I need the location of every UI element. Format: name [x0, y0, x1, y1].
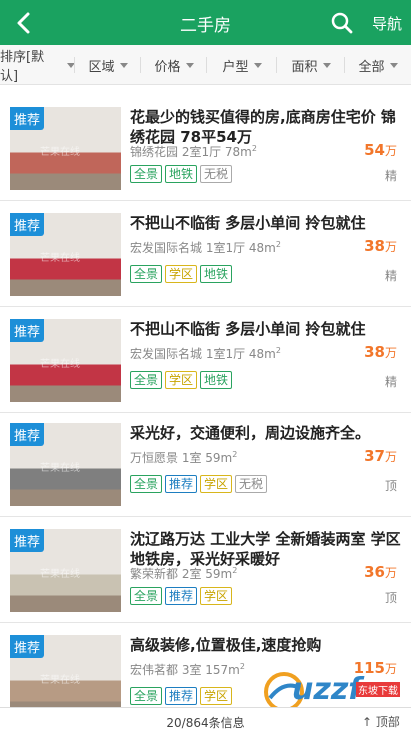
filter-layout[interactable]: 户型 [207, 45, 277, 85]
listing-title[interactable]: 沈辽路万达 工业大学 全新婚装两室 学区地铁房，采光好采暖好 [130, 529, 402, 569]
caret-down-icon [253, 62, 262, 68]
app-header: 二手房 导航 [0, 0, 411, 45]
back-to-top-button[interactable]: ↑ 顶部 [362, 713, 400, 730]
logo-text: uzzf [292, 672, 362, 707]
logo-subtext: 东坡下载 [356, 682, 400, 697]
feature-badge: 全景 [130, 587, 163, 605]
search-icon[interactable] [330, 11, 354, 35]
recommend-tag: 推荐 [10, 423, 45, 446]
recommend-tag: 推荐 [10, 529, 45, 552]
photo-watermark: 芒果在线 [40, 359, 80, 370]
filter-bar: 排序[默认] 区域 价格 户型 面积 全部 [0, 45, 411, 85]
filter-area[interactable]: 区域 [75, 45, 141, 85]
listing-decor-type: 顶 [384, 591, 397, 605]
photo-watermark: 芒果在线 [40, 569, 80, 580]
listing-item[interactable]: 推荐 芒果在线 花最少的钱买值得的房,底商房住宅价 锦绣花园 78平54万 锦绣… [0, 95, 411, 201]
feature-badge: 学区 [200, 587, 233, 605]
listing-meta: 宏伟茗都 3室 157m2 [130, 662, 245, 677]
caret-down-icon [185, 62, 194, 68]
badge-group: 全景 推荐 学区 无税 [130, 475, 268, 493]
listing-decor-type: 精 [384, 169, 397, 183]
listing-price: 36万 [364, 563, 397, 581]
result-count: 20/864条信息 [166, 716, 245, 730]
badge-group: 全景 地铁 无税 [130, 165, 233, 183]
listing-title[interactable]: 不把山不临街 多层小单间 拎包就住 [130, 213, 402, 233]
listing-meta: 宏发国际名城 1室1厅 48m2 [130, 240, 281, 255]
feature-badge: 推荐 [165, 475, 198, 493]
feature-badge: 全景 [130, 265, 163, 283]
listing-photo[interactable]: 推荐 芒果在线 [10, 213, 121, 296]
listing-price: 38万 [364, 343, 397, 361]
listing-item[interactable]: 推荐 芒果在线 不把山不临街 多层小单间 拎包就住 宏发国际名城 1室1厅 48… [0, 307, 411, 413]
photo-watermark: 芒果在线 [40, 253, 80, 264]
feature-badge: 学区 [165, 265, 198, 283]
listing-decor-type: 精 [384, 269, 397, 283]
listing-photo[interactable]: 推荐 芒果在线 [10, 423, 121, 506]
feature-badge: 无税 [235, 475, 268, 493]
listing-meta: 宏发国际名城 1室1厅 48m2 [130, 346, 281, 361]
listing-price: 38万 [364, 237, 397, 255]
listing-meta: 繁荣新都 2室 59m2 [130, 566, 238, 581]
footer-bar: 20/864条信息 ↑ 顶部 [0, 707, 411, 735]
feature-badge: 地铁 [200, 265, 233, 283]
listing-photo[interactable]: 推荐 芒果在线 [10, 319, 121, 402]
photo-watermark: 芒果在线 [40, 463, 80, 474]
listing-price: 37万 [364, 447, 397, 465]
caret-down-icon [119, 62, 128, 68]
listing-item[interactable]: 推荐 芒果在线 不把山不临街 多层小单间 拎包就住 宏发国际名城 1室1厅 48… [0, 201, 411, 307]
recommend-tag: 推荐 [10, 213, 45, 236]
recommend-tag: 推荐 [10, 107, 45, 130]
caret-down-icon [67, 62, 75, 68]
listing-price: 54万 [364, 141, 397, 159]
badge-group: 全景 学区 地铁 [130, 371, 233, 389]
filter-sort[interactable]: 排序[默认] [0, 45, 75, 85]
feature-badge: 全景 [130, 371, 163, 389]
photo-watermark: 芒果在线 [40, 147, 80, 158]
listing-photo[interactable]: 推荐 芒果在线 [10, 107, 121, 190]
listing-meta: 万恒愿景 1室 59m2 [130, 450, 238, 465]
filter-size[interactable]: 面积 [277, 45, 345, 85]
listing-decor-type: 精 [384, 375, 397, 389]
listing-meta: 锦绣花园 2室1厅 78m2 [130, 144, 257, 159]
recommend-tag: 推荐 [10, 319, 45, 342]
feature-badge: 地铁 [165, 165, 198, 183]
feature-badge: 全景 [130, 475, 163, 493]
feature-badge: 学区 [200, 687, 233, 705]
caret-down-icon [322, 62, 331, 68]
badge-group: 全景 推荐 学区 [130, 587, 233, 605]
listing-item[interactable]: 推荐 芒果在线 沈辽路万达 工业大学 全新婚装两室 学区地铁房，采光好采暖好 繁… [0, 517, 411, 623]
listing-title[interactable]: 高级装修,位置极佳,速度抢购 [130, 635, 402, 655]
filter-price[interactable]: 价格 [141, 45, 207, 85]
listing-photo[interactable]: 推荐 芒果在线 [10, 529, 121, 612]
listing-title[interactable]: 花最少的钱买值得的房,底商房住宅价 锦绣花园 78平54万 [130, 107, 402, 147]
listing-title[interactable]: 采光好，交通便利，周边设施齐全。 [130, 423, 402, 443]
nav-button[interactable]: 导航 [372, 13, 402, 34]
feature-badge: 学区 [165, 371, 198, 389]
filter-all[interactable]: 全部 [345, 45, 411, 85]
feature-badge: 学区 [200, 475, 233, 493]
feature-badge: 地铁 [200, 371, 233, 389]
listing-item[interactable]: 推荐 芒果在线 采光好，交通便利，周边设施齐全。 万恒愿景 1室 59m2 37… [0, 411, 411, 517]
listing-title[interactable]: 不把山不临街 多层小单间 拎包就住 [130, 319, 402, 339]
badge-group: 全景 学区 地铁 [130, 265, 233, 283]
caret-down-icon [389, 62, 398, 68]
listing-photo[interactable]: 推荐 芒果在线 [10, 635, 121, 718]
feature-badge: 推荐 [165, 687, 198, 705]
badge-group: 全景 推荐 学区 [130, 687, 233, 705]
listing-decor-type: 顶 [384, 479, 397, 493]
recommend-tag: 推荐 [10, 635, 45, 658]
photo-watermark: 芒果在线 [40, 675, 80, 686]
feature-badge: 全景 [130, 165, 163, 183]
feature-badge: 无税 [200, 165, 233, 183]
feature-badge: 推荐 [165, 587, 198, 605]
feature-badge: 全景 [130, 687, 163, 705]
